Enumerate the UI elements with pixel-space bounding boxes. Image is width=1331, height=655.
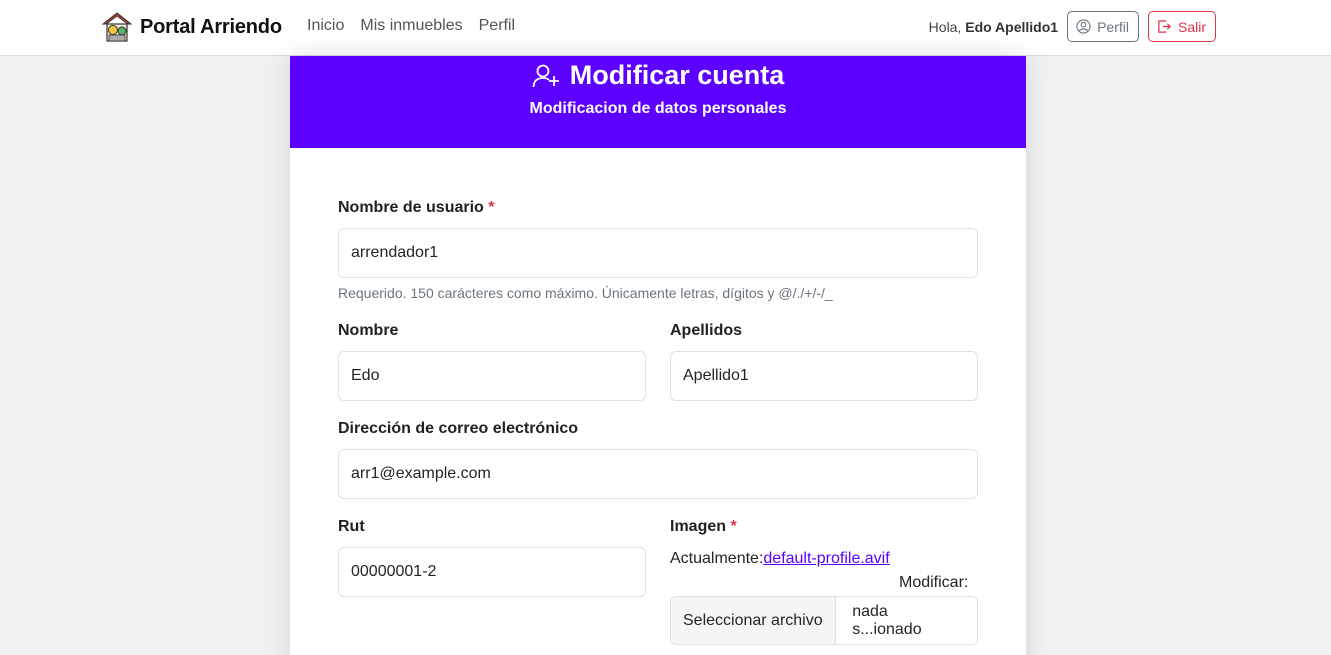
username-input[interactable] bbox=[338, 228, 978, 278]
page-title: Modificar cuenta bbox=[290, 56, 1026, 91]
username-label-text: Nombre de usuario bbox=[338, 199, 484, 216]
nav-link-perfil[interactable]: Perfil bbox=[479, 17, 515, 35]
greeting: Hola, Edo Apellido1 bbox=[929, 19, 1058, 35]
page-title-text: Modificar cuenta bbox=[569, 60, 785, 90]
house-coin-icon bbox=[101, 12, 133, 42]
image-required-mark: * bbox=[730, 518, 737, 535]
rut-label: Rut bbox=[338, 518, 365, 535]
current-image-prefix: Actualmente: bbox=[670, 550, 764, 567]
nav-links: Inicio Mis inmuebles Perfil bbox=[307, 17, 531, 35]
select-file-button[interactable]: Seleccionar archivo bbox=[671, 597, 837, 644]
last-name-label: Apellidos bbox=[670, 322, 743, 339]
username-help-text: Requerido. 150 carácteres como máximo. Ú… bbox=[338, 285, 833, 301]
email-label: Dirección de correo electrónico bbox=[338, 420, 579, 437]
brand-link[interactable]: Portal Arriendo bbox=[100, 10, 282, 44]
image-file-input[interactable]: Seleccionar archivo nada s...ionado bbox=[670, 596, 978, 645]
username-label: Nombre de usuario * bbox=[338, 199, 495, 217]
image-label-text: Imagen bbox=[670, 518, 727, 535]
greeting-prefix: Hola, bbox=[928, 18, 962, 35]
email-input[interactable] bbox=[338, 449, 978, 499]
first-name-label: Nombre bbox=[338, 322, 399, 339]
box-arrow-right-icon bbox=[1158, 20, 1171, 33]
first-name-input[interactable] bbox=[338, 351, 646, 401]
current-image-link[interactable]: default-profile.avif bbox=[763, 550, 889, 567]
top-navbar: Portal Arriendo Inicio Mis inmuebles Per… bbox=[0, 0, 1331, 56]
last-name-input[interactable] bbox=[670, 351, 978, 401]
rut-input[interactable] bbox=[338, 547, 646, 597]
page-subtitle: Modificacion de datos personales bbox=[529, 100, 787, 117]
brand-name: Portal Arriendo bbox=[140, 15, 282, 38]
nav-link-inicio[interactable]: Inicio bbox=[307, 17, 344, 35]
logout-button-label: Salir bbox=[1177, 18, 1206, 35]
nav-link-mis-inmuebles[interactable]: Mis inmuebles bbox=[360, 17, 462, 35]
image-label: Imagen * bbox=[670, 518, 737, 536]
user-area: Hola, Edo Apellido1 Perfil Salir bbox=[929, 11, 1216, 42]
logout-button[interactable]: Salir bbox=[1147, 11, 1216, 42]
person-circle-icon bbox=[1076, 19, 1091, 34]
card-header: Modificar cuenta Modificacion de datos p… bbox=[290, 56, 1026, 148]
username-required-mark: * bbox=[488, 199, 495, 216]
current-image: Actualmente:default-profile.avif bbox=[670, 550, 890, 568]
modify-image-label: Modificar: bbox=[899, 574, 969, 591]
person-add-icon bbox=[532, 64, 559, 87]
profile-button-label: Perfil bbox=[1097, 18, 1129, 35]
profile-button[interactable]: Perfil bbox=[1067, 11, 1139, 42]
selected-file-name: nada s...ionado bbox=[852, 602, 922, 638]
user-name: Edo Apellido1 bbox=[965, 18, 1059, 35]
